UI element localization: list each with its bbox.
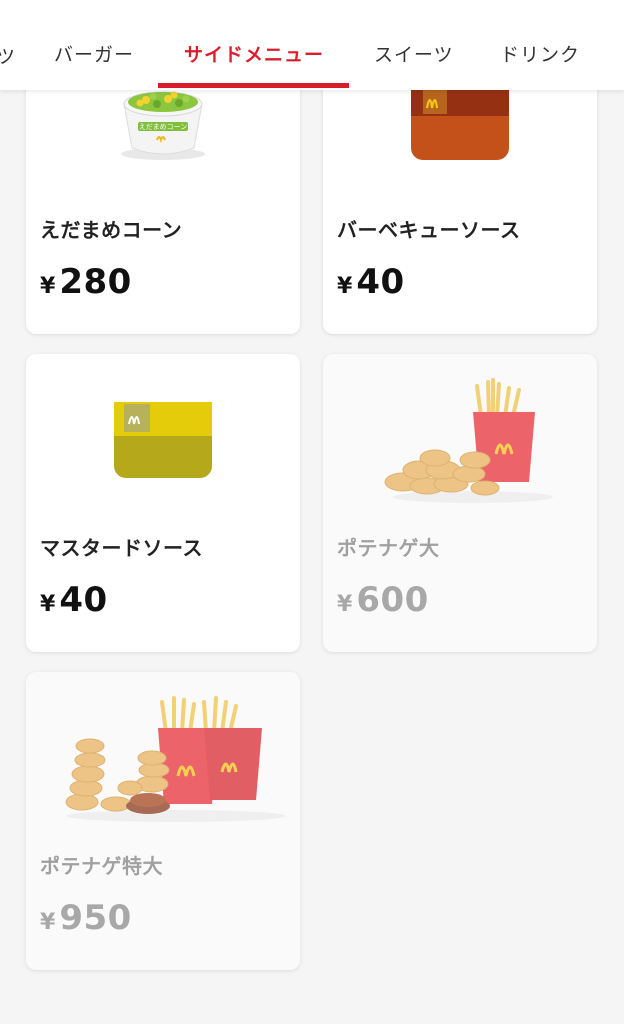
product-name: マスタードソース <box>40 536 203 560</box>
tab-burger[interactable]: バーガー <box>54 40 134 70</box>
product-price: ¥ 950 <box>40 898 132 938</box>
price-amount: 600 <box>356 580 429 620</box>
fries-nuggets-large-image <box>384 378 553 503</box>
tab-sweets[interactable]: スイーツ <box>374 40 454 70</box>
currency-symbol: ¥ <box>40 910 56 935</box>
price-amount: 40 <box>356 262 405 302</box>
price-amount: 280 <box>59 262 132 302</box>
currency-symbol: ¥ <box>337 274 353 299</box>
price-amount: 40 <box>59 580 108 620</box>
tab-drink[interactable]: ドリンク <box>500 40 580 70</box>
category-tab-bar: ツ バーガー サイドメニュー スイーツ ドリンク <box>0 0 624 90</box>
product-price: ¥ 40 <box>40 580 108 620</box>
product-price: ¥ 280 <box>40 262 132 302</box>
product-card-potenage-large[interactable]: ポテナゲ大 ¥ 600 <box>323 354 597 652</box>
product-card-mustard-sauce[interactable]: マスタードソース ¥ 40 <box>26 354 300 652</box>
currency-symbol: ¥ <box>40 592 56 617</box>
product-name: えだまめコーン <box>40 218 183 242</box>
fries-nuggets-xl-image <box>65 696 286 822</box>
tab-side-menu[interactable]: サイドメニュー <box>184 40 324 70</box>
product-price: ¥ 40 <box>337 262 405 302</box>
product-card-potenage-xl[interactable]: ポテナゲ特大 ¥ 950 <box>26 672 300 970</box>
price-amount: 950 <box>59 898 132 938</box>
active-tab-indicator <box>158 83 349 88</box>
currency-symbol: ¥ <box>40 274 56 299</box>
product-name: ポテナゲ特大 <box>40 854 163 878</box>
product-name: バーベキューソース <box>337 218 521 242</box>
currency-symbol: ¥ <box>337 592 353 617</box>
product-name: ポテナゲ大 <box>337 536 440 560</box>
cup-label: えだまめコーン <box>139 123 188 131</box>
tab-partial-previous[interactable]: ツ <box>0 42 15 69</box>
product-price: ¥ 600 <box>337 580 429 620</box>
mustard-sauce-image <box>114 402 212 478</box>
